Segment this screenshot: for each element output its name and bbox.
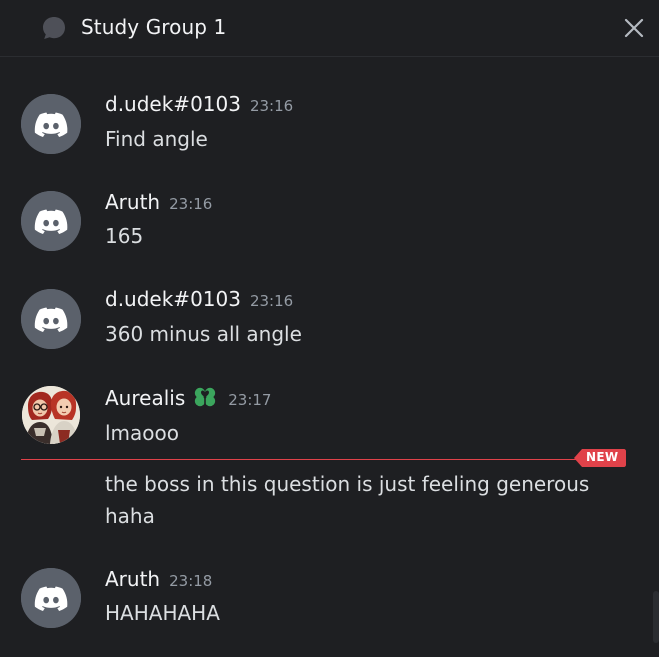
message-text: Find angle [105, 127, 208, 151]
discord-logo-icon [21, 289, 81, 349]
username[interactable]: Aurealis [105, 386, 185, 410]
thread-title: Study Group 1 [81, 15, 227, 39]
message-text: lmaooo [105, 421, 180, 445]
avatar[interactable] [21, 289, 81, 349]
close-icon[interactable] [621, 15, 647, 41]
clover-badge-icon[interactable] [191, 384, 219, 410]
timestamp: 23:16 [169, 195, 213, 213]
avatar[interactable] [21, 191, 81, 251]
new-messages-divider [21, 459, 626, 460]
message-header: Aurealis 23:17 [105, 384, 271, 410]
discord-logo-icon [21, 568, 81, 628]
avatar[interactable] [21, 568, 81, 628]
avatar[interactable] [22, 386, 80, 444]
custom-avatar-image [22, 386, 80, 444]
timestamp: 23:17 [228, 391, 272, 409]
thread-window: Study Group 1 d.udek#0103 23:16 Find angl… [0, 0, 659, 657]
timestamp: 23:18 [169, 572, 213, 590]
message-text: HAHAHAHA [105, 601, 220, 625]
new-messages-badge: NEW [574, 448, 626, 468]
thread-header: Study Group 1 [0, 0, 659, 57]
message-header: d.udek#0103 23:16 [105, 287, 293, 311]
username[interactable]: Aruth [105, 190, 160, 214]
message-text: 360 minus all angle [105, 322, 302, 346]
thread-bubble-icon [43, 17, 65, 39]
timestamp: 23:16 [249, 97, 294, 115]
message-text: the boss in this question is just feelin… [105, 472, 590, 528]
avatar[interactable] [21, 94, 81, 154]
username[interactable]: Aruth [105, 567, 160, 591]
message-text: 165 [105, 224, 144, 248]
new-label-text: NEW [586, 450, 619, 464]
discord-logo-icon [21, 94, 81, 154]
username[interactable]: d.udek#0103 [105, 287, 241, 311]
message-header: d.udek#0103 23:16 [105, 92, 293, 116]
discord-logo-icon [21, 191, 81, 251]
scrollbar-thumb[interactable] [653, 591, 659, 643]
timestamp: 23:16 [249, 292, 294, 310]
message-header: Aruth 23:16 [105, 190, 212, 214]
message-header: Aruth 23:18 [105, 567, 212, 591]
username[interactable]: d.udek#0103 [105, 92, 241, 116]
message-list: d.udek#0103 23:16 Find angle Aruth 23:16 1… [0, 58, 659, 657]
